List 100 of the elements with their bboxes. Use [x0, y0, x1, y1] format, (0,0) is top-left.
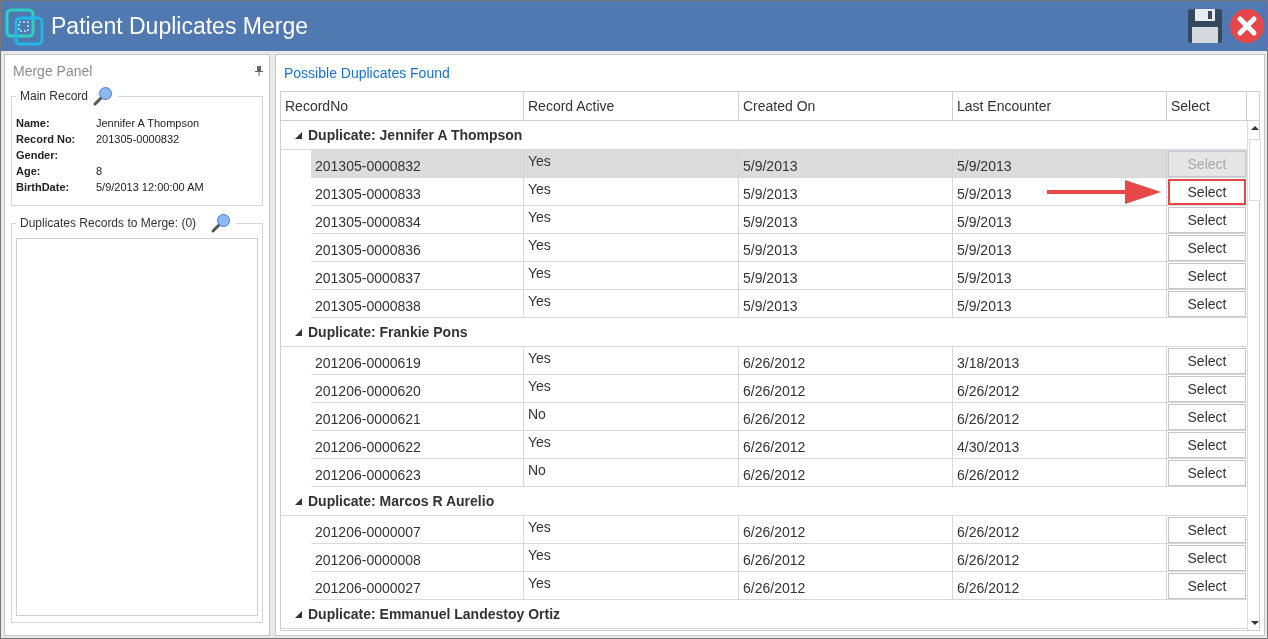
- select-button[interactable]: Select: [1168, 572, 1246, 599]
- pin-icon[interactable]: [255, 66, 263, 76]
- table-row[interactable]: 201206-0000619 Yes 6/26/2012 3/18/2013 Select: [311, 347, 1247, 375]
- select-button[interactable]: Select: [1168, 234, 1246, 261]
- table-row[interactable]: 201206-0000623 No 6/26/2012 6/26/2012 Select: [311, 459, 1247, 487]
- table-cell: 6/26/2012: [739, 375, 953, 402]
- table-cell: 201206-0000621: [311, 403, 524, 430]
- table-cell: 5/9/2013: [953, 290, 1167, 317]
- expanded-icon[interactable]: [295, 131, 302, 139]
- table-cell: 6/26/2012: [739, 516, 953, 543]
- select-button[interactable]: Select: [1168, 262, 1246, 289]
- expanded-icon[interactable]: [295, 610, 302, 618]
- table-cell: 6/26/2012: [739, 544, 953, 571]
- table-cell: Yes: [524, 290, 739, 317]
- scroll-thumb[interactable]: [1249, 139, 1261, 201]
- group-title: Duplicate: Marcos R Aurelio: [308, 493, 495, 509]
- column-header[interactable]: Select: [1167, 92, 1247, 120]
- table-cell: 201206-0000623: [311, 459, 524, 486]
- table-cell: Yes: [524, 178, 739, 205]
- table-cell: No: [524, 459, 739, 486]
- select-button[interactable]: Select: [1168, 403, 1246, 430]
- table-cell: 6/26/2012: [739, 459, 953, 486]
- table-row[interactable]: 201305-0000836 Yes 5/9/2013 5/9/2013 Select: [311, 234, 1247, 262]
- table-cell: 201305-0000838: [311, 290, 524, 317]
- save-icon[interactable]: [1187, 8, 1223, 44]
- table-cell: 201305-0000833: [311, 178, 524, 205]
- table-cell: 5/9/2013: [739, 290, 953, 317]
- table-cell: 6/26/2012: [739, 347, 953, 374]
- table-cell: 4/30/2013: [953, 431, 1167, 458]
- scrollbar[interactable]: [1247, 121, 1262, 630]
- select-button[interactable]: Select: [1168, 516, 1246, 543]
- table-row[interactable]: 201305-0000833 Yes 5/9/2013 5/9/2013 Select: [311, 178, 1247, 206]
- panel-title: Possible Duplicates Found: [283, 64, 451, 83]
- select-button[interactable]: Select: [1168, 544, 1246, 571]
- table-row[interactable]: 201305-0000837 Yes 5/9/2013 5/9/2013 Select: [311, 262, 1247, 290]
- table-cell: 201206-0000619: [311, 347, 524, 374]
- table-cell: 6/26/2012: [953, 403, 1167, 430]
- window-title: Patient Duplicates Merge: [51, 12, 309, 40]
- table-row[interactable]: 201206-0000027 Yes 6/26/2012 6/26/2012 Select: [311, 572, 1247, 600]
- table-cell: Yes: [524, 572, 739, 599]
- select-button[interactable]: Select: [1168, 290, 1246, 317]
- search-icon[interactable]: [210, 212, 232, 234]
- table-cell: 6/26/2012: [953, 544, 1167, 571]
- field-label: BirthDate:: [16, 181, 71, 193]
- table-cell: 5/9/2013: [739, 206, 953, 233]
- select-button[interactable]: Select: [1168, 178, 1246, 205]
- field-value: 201305-0000832: [96, 133, 181, 145]
- expanded-icon[interactable]: [295, 328, 302, 336]
- table-cell: Yes: [524, 544, 739, 571]
- column-header[interactable]: Record Active: [524, 92, 739, 120]
- group-title: Duplicate: Emmanuel Landestoy Ortiz: [308, 606, 561, 622]
- table-cell: 6/26/2012: [953, 516, 1167, 543]
- table-cell: 5/9/2013: [739, 234, 953, 261]
- table-cell: 201305-0000834: [311, 206, 524, 233]
- panel-title: Merge Panel: [12, 63, 93, 79]
- group-title: Duplicate: Frankie Pons: [308, 324, 468, 340]
- field-value: 5/9/2013 12:00:00 AM: [96, 181, 205, 193]
- table-cell: Yes: [524, 431, 739, 458]
- table-cell: Yes: [524, 150, 739, 177]
- table-cell: Yes: [524, 375, 739, 402]
- table-cell: 6/26/2012: [739, 403, 953, 430]
- table-cell: 5/9/2013: [739, 262, 953, 289]
- table-cell: 5/9/2013: [739, 178, 953, 205]
- search-icon[interactable]: [92, 85, 115, 107]
- table-cell: 201206-0000622: [311, 431, 524, 458]
- table-cell: 201206-0000007: [311, 516, 524, 543]
- select-button[interactable]: Select: [1168, 375, 1246, 402]
- column-header[interactable]: Last Encounter: [953, 92, 1167, 120]
- field-label: Age:: [16, 165, 42, 177]
- table-cell: 201305-0000837: [311, 262, 524, 289]
- table-row[interactable]: 201206-0000621 No 6/26/2012 6/26/2012 Select: [311, 403, 1247, 431]
- table-cell: 201305-0000832: [311, 150, 524, 177]
- column-header[interactable]: RecordNo: [281, 92, 524, 120]
- table-cell: Yes: [524, 234, 739, 261]
- table-row[interactable]: 201305-0000834 Yes 5/9/2013 5/9/2013 Select: [311, 206, 1247, 234]
- field-label: Name:: [16, 117, 51, 129]
- table-cell: 5/9/2013: [739, 150, 953, 177]
- select-button[interactable]: Select: [1168, 206, 1246, 233]
- table-cell: 5/9/2013: [953, 262, 1167, 289]
- group-header[interactable]: Duplicate: Emmanuel Landestoy Ortiz: [281, 600, 1247, 629]
- expanded-icon[interactable]: [295, 497, 302, 505]
- field-label: Gender:: [16, 149, 60, 161]
- column-header[interactable]: Created On: [739, 92, 953, 120]
- table-cell: 5/9/2013: [953, 150, 1167, 177]
- field-value: Jennifer A Thompson: [96, 117, 201, 129]
- table-row[interactable]: 201206-0000007 Yes 6/26/2012 6/26/2012 Select: [311, 516, 1247, 544]
- close-icon[interactable]: [1229, 8, 1265, 44]
- table-cell: Yes: [524, 347, 739, 374]
- table-row[interactable]: 201206-0000620 Yes 6/26/2012 6/26/2012 Select: [311, 375, 1247, 403]
- table-cell: 6/26/2012: [953, 572, 1167, 599]
- table-row[interactable]: 201305-0000838 Yes 5/9/2013 5/9/2013 Select: [311, 290, 1247, 318]
- select-button[interactable]: Select: [1168, 347, 1246, 374]
- select-button[interactable]: Select: [1168, 431, 1246, 458]
- table-row[interactable]: 201206-0000008 Yes 6/26/2012 6/26/2012 Select: [311, 544, 1247, 572]
- table-cell: Yes: [524, 206, 739, 233]
- select-button[interactable]: Select: [1168, 459, 1246, 486]
- field-label: Record No:: [16, 133, 77, 145]
- group-title: Duplicate: Jennifer A Thompson: [308, 127, 523, 143]
- table-cell: 6/26/2012: [739, 431, 953, 458]
- table-row[interactable]: 201206-0000622 Yes 6/26/2012 4/30/2013 Select: [311, 431, 1247, 459]
